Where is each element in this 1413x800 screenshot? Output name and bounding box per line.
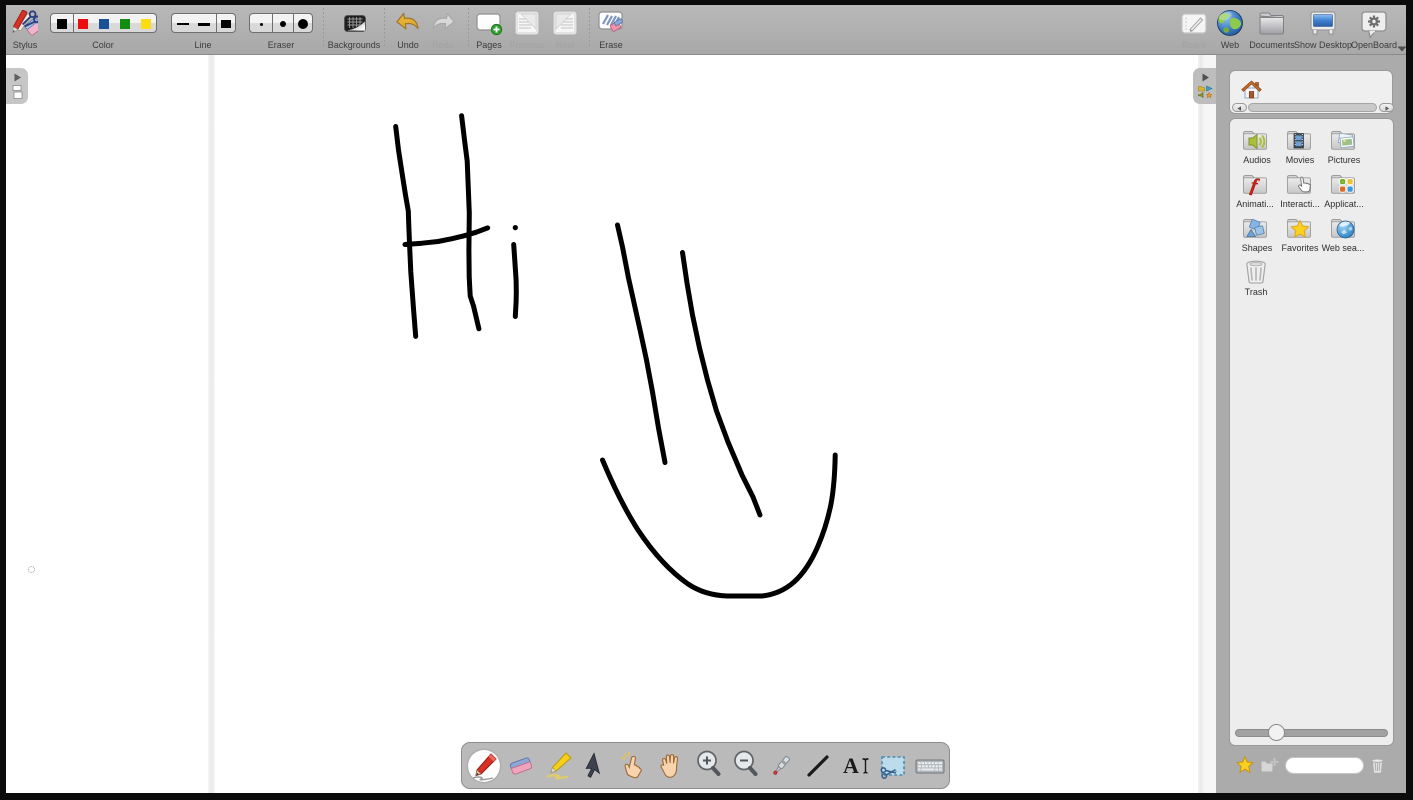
svg-text:A: A bbox=[843, 753, 859, 778]
